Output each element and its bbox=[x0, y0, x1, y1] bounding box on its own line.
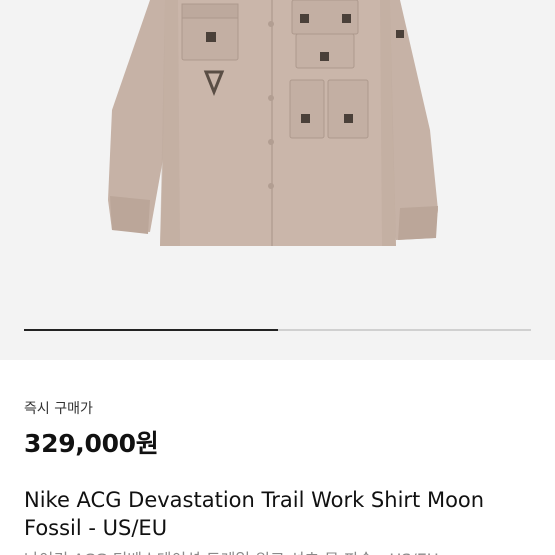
button bbox=[268, 183, 274, 189]
product-title: Nike ACG Devastation Trail Work Shirt Mo… bbox=[24, 488, 485, 540]
lower-pocket-right bbox=[327, 79, 369, 139]
product-detail-page: 즉시 구매가 329,000원 Nike ACG Devastation Tra… bbox=[0, 0, 555, 555]
purchase-price-label: 즉시 구매가 bbox=[24, 401, 93, 417]
carousel-indicator-track bbox=[24, 329, 531, 331]
shirt-image bbox=[108, 0, 438, 246]
button bbox=[268, 21, 274, 27]
right-cuff bbox=[398, 206, 438, 240]
price-value: 329,000원 bbox=[24, 429, 159, 458]
right-chest-pocket-lower bbox=[295, 33, 355, 69]
lower-pocket-left bbox=[289, 79, 325, 139]
button bbox=[268, 139, 274, 145]
sleeve-tab bbox=[396, 30, 404, 38]
carousel-indicator-active bbox=[24, 329, 278, 331]
product-subtitle: 나이키 ACG 디베스테이션 트레일 워크 셔츠 문 파슬 - US/EU bbox=[24, 546, 439, 555]
left-cuff bbox=[110, 196, 150, 234]
product-image-carousel[interactable] bbox=[0, 0, 555, 360]
button bbox=[268, 95, 274, 101]
